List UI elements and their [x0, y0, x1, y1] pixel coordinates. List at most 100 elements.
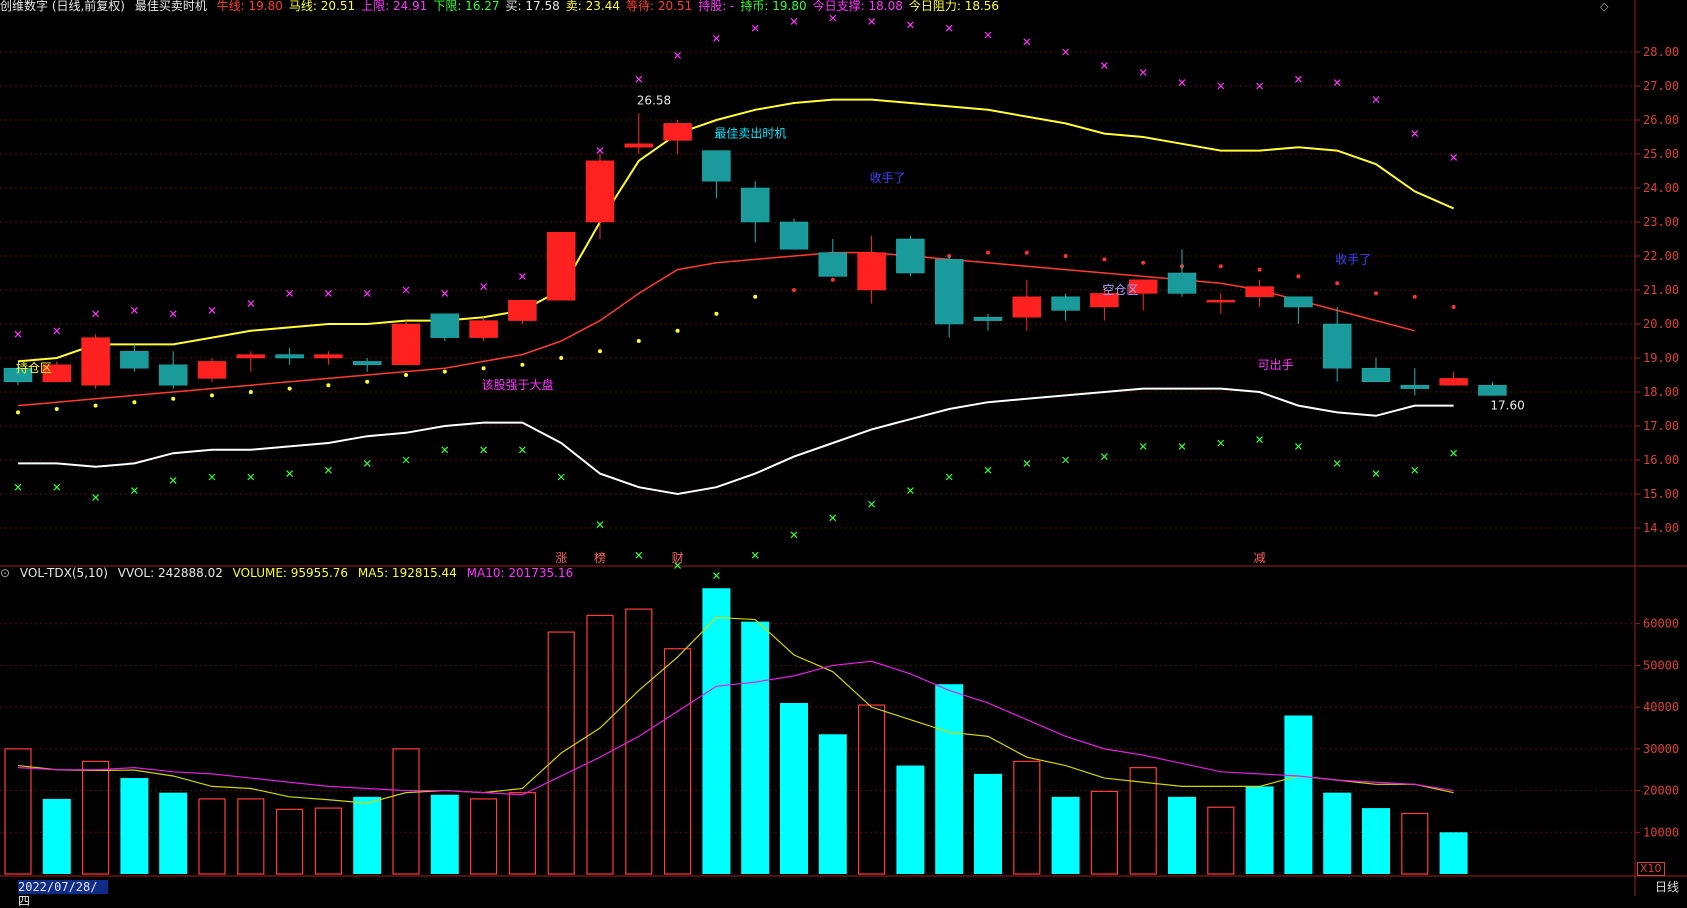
support-dot — [54, 407, 59, 411]
lower-mark — [712, 572, 720, 580]
volume-bar — [198, 798, 226, 875]
event-tag: 财 — [672, 551, 684, 565]
upper-mark — [712, 34, 720, 42]
vvol-value: VVOL: 242888.02 — [117, 566, 223, 580]
lower-mark — [169, 476, 177, 484]
candle-body — [1012, 296, 1042, 318]
volume-bar — [1013, 760, 1041, 875]
upper-mark — [1333, 79, 1341, 87]
support-dot — [986, 250, 990, 255]
candle-body — [585, 160, 615, 223]
collapse-icon[interactable]: ⊙ — [0, 566, 10, 580]
lower-mark — [1023, 459, 1031, 467]
candle-body — [663, 123, 692, 141]
support-dot — [1412, 294, 1417, 299]
candle-body — [1206, 299, 1236, 303]
lower-mark — [906, 487, 914, 495]
upper-mark — [984, 31, 992, 39]
support-dot — [1335, 281, 1340, 286]
chart-annotation: 最佳卖出时机 — [714, 127, 786, 141]
kline-chart[interactable]: 14.00 15.00 16.00 17.00 18.00 19.00 20.00 21.00… — [0, 0, 1687, 896]
volume-bar — [741, 621, 770, 874]
lower-mark — [92, 493, 100, 501]
support-dot — [1296, 274, 1301, 279]
scale-badge[interactable]: X10 — [1637, 862, 1665, 876]
lower-mark — [1062, 456, 1070, 464]
volume-bar — [1323, 792, 1352, 874]
candle-body — [391, 323, 421, 366]
period-label[interactable]: 日线 — [1655, 880, 1687, 894]
support-dot — [598, 349, 602, 354]
price-tick-label: 15.00 — [1643, 487, 1679, 501]
lower-mark — [1372, 470, 1380, 478]
lower-mark — [1139, 442, 1147, 450]
candle-body — [1245, 286, 1274, 298]
upper-mark — [1217, 82, 1225, 90]
support-dot — [792, 288, 796, 292]
volume-value: VOLUME: 95955.76 — [232, 566, 349, 580]
lower-mark — [984, 466, 992, 474]
ma10-value: MA10: 201735.16 — [466, 566, 574, 580]
volume-bar — [1245, 786, 1274, 874]
price-tick-label: 18.00 — [1643, 385, 1679, 399]
candle-body — [352, 361, 382, 366]
candle-body — [197, 361, 227, 379]
volume-bar — [470, 798, 498, 875]
upper-mark — [674, 51, 682, 59]
upper-mark — [1294, 75, 1302, 83]
volume-bar — [1168, 796, 1196, 874]
support-dot — [1063, 254, 1068, 258]
ma5-value: MA5: 192815.44 — [357, 566, 457, 580]
volume-bar — [81, 760, 110, 875]
chart-annotation: 收手了 — [870, 171, 906, 185]
lower-mark — [945, 473, 953, 481]
cursor-date: 2022/07/28/四 — [18, 880, 108, 908]
support-dot — [210, 393, 214, 398]
support-dot — [1024, 250, 1029, 255]
upper-mark — [324, 289, 332, 297]
candle-body — [973, 316, 1003, 321]
upper-mark — [169, 310, 177, 318]
upper-mark — [247, 300, 255, 308]
lower-mark — [402, 456, 410, 464]
upper-mark — [1178, 79, 1186, 87]
volume-bar — [896, 765, 925, 874]
candle-body — [740, 187, 770, 223]
volume-bar — [353, 796, 382, 874]
candle-body — [158, 364, 188, 386]
upper-mark — [1139, 68, 1147, 76]
chart-annotation: 持仓区 — [16, 360, 52, 375]
candle-body — [702, 150, 731, 182]
lower-mark — [247, 473, 255, 481]
lower-mark — [1100, 453, 1108, 461]
volume-bar — [1439, 832, 1468, 874]
vol-indicator-name[interactable]: VOL-TDX(5,10) — [20, 566, 108, 580]
support-dot — [1102, 257, 1107, 262]
upper-mark — [441, 289, 449, 297]
volume-bar — [120, 778, 149, 874]
candle-body — [314, 354, 343, 359]
volume-bar — [974, 773, 1002, 874]
upper-mark — [480, 283, 488, 291]
upper-mark — [1023, 38, 1031, 46]
volume-bar — [780, 702, 808, 874]
volume-tick-label: 40000 — [1643, 700, 1679, 714]
price-tick-label: 25.00 — [1643, 147, 1679, 161]
lower-mark — [557, 473, 565, 481]
support-dot — [830, 277, 835, 282]
volume-tick-label: 50000 — [1643, 658, 1679, 672]
lower-mark — [130, 487, 138, 495]
upper-mark — [402, 286, 410, 294]
lower-mark — [868, 500, 876, 508]
candle-body — [81, 337, 110, 386]
support-dot — [16, 410, 20, 415]
lower-mark — [441, 446, 449, 454]
volume-bar — [1362, 808, 1390, 874]
candle-body — [1051, 296, 1080, 311]
chart-annotation: 可出手 — [1258, 358, 1294, 372]
volume-bar — [276, 808, 304, 875]
candle-body — [236, 354, 266, 359]
support-dot — [404, 373, 408, 377]
price-tick-label: 21.00 — [1643, 283, 1679, 297]
candle-body — [1439, 378, 1468, 386]
